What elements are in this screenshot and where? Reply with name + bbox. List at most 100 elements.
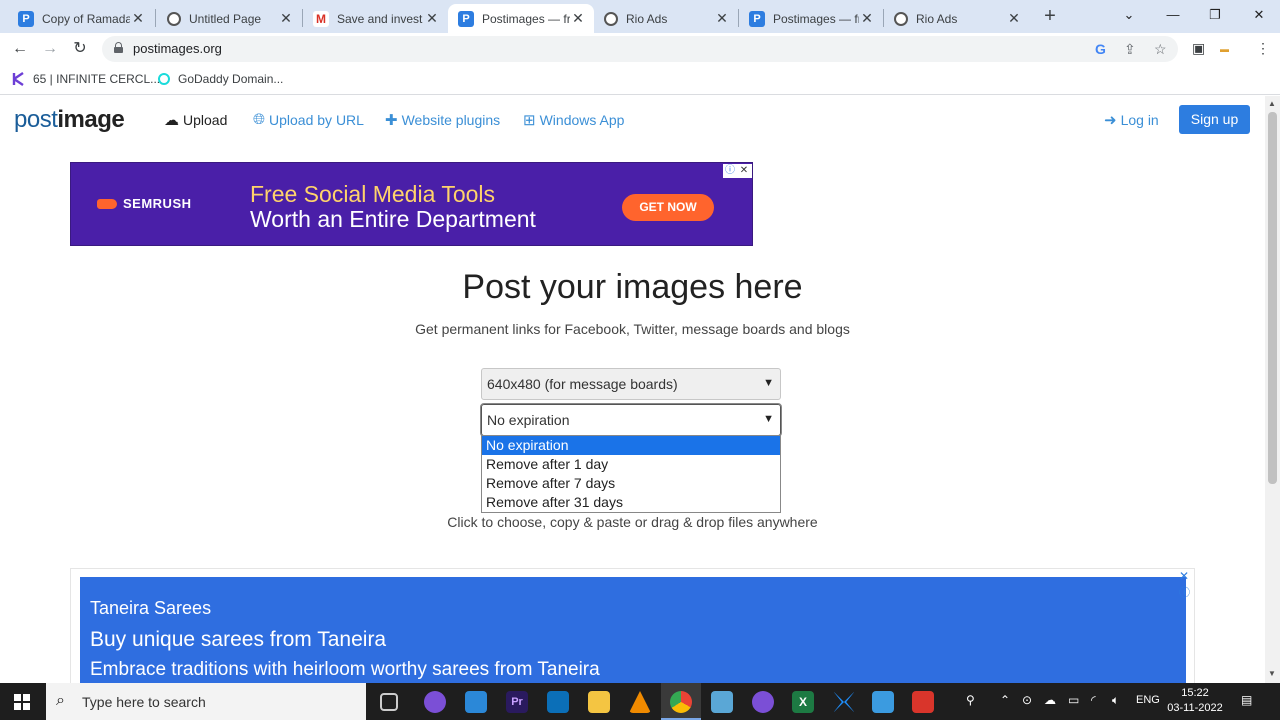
new-tab-icon[interactable]: + bbox=[1038, 4, 1062, 28]
windows-start-icon[interactable] bbox=[14, 694, 30, 710]
bookmark-item[interactable]: GoDaddy Domain... bbox=[157, 72, 283, 86]
clock[interactable]: 15:22 03-11-2022 bbox=[1165, 686, 1225, 716]
globe-icon bbox=[894, 11, 908, 26]
ad-info-icon[interactable]: ⓘ bbox=[1179, 584, 1190, 600]
semrush-ad-banner[interactable]: SEMRUSH Free Social Media Tools Worth an… bbox=[70, 162, 753, 246]
taneira-ad-banner[interactable]: Taneira Sarees Buy unique sarees from Ta… bbox=[70, 568, 1195, 683]
google-lens-icon[interactable]: G bbox=[1095, 41, 1106, 57]
app-icon[interactable] bbox=[833, 691, 855, 713]
premiere-pro-icon[interactable]: Pr bbox=[506, 691, 528, 713]
browser-tab-active[interactable]: P Postimages — fr ✕ bbox=[448, 4, 594, 33]
task-view-icon[interactable] bbox=[380, 693, 398, 711]
file-explorer-icon[interactable] bbox=[588, 691, 610, 713]
nav-upload-by-url[interactable]: 🌐︎ Upload by URL bbox=[253, 111, 364, 128]
page-scrollbar[interactable]: ▲ ▼ bbox=[1265, 96, 1280, 683]
chrome-icon[interactable] bbox=[670, 691, 692, 713]
tab-search-chevron-icon[interactable]: ⌄ bbox=[1109, 0, 1149, 30]
battery-icon[interactable]: ▭ bbox=[1068, 693, 1079, 707]
nav-upload[interactable]: ☁ Upload bbox=[164, 111, 227, 129]
postimage-logo[interactable]: postimage bbox=[14, 106, 125, 134]
browser-tab[interactable]: Rio Ads ✕ bbox=[594, 4, 738, 33]
vlc-icon[interactable] bbox=[629, 691, 651, 713]
expiration-option[interactable]: Remove after 31 days bbox=[482, 493, 780, 512]
notification-icon[interactable]: ▤ bbox=[1241, 693, 1252, 707]
menu-kebab-icon[interactable]: ⋮ bbox=[1256, 40, 1270, 57]
notepad-icon[interactable] bbox=[711, 691, 733, 713]
browser-tab[interactable]: P Copy of Ramada ✕ bbox=[8, 4, 154, 33]
resize-select[interactable]: 640x480 (for message boards) ▼ bbox=[481, 368, 781, 400]
reload-icon[interactable]: ↻ bbox=[68, 37, 92, 61]
expiration-option[interactable]: Remove after 1 day bbox=[482, 455, 780, 474]
maximize-icon[interactable]: ❐ bbox=[1195, 0, 1235, 30]
scrollbar-thumb[interactable] bbox=[1268, 112, 1277, 484]
browser-tab[interactable]: P Postimages — fr ✕ bbox=[739, 4, 883, 33]
people-icon[interactable]: ⚲ bbox=[966, 693, 975, 707]
nav-windows-app[interactable]: ⊞ Windows App bbox=[523, 111, 624, 129]
app-icon[interactable] bbox=[547, 691, 569, 713]
window-close-icon[interactable]: ✕ bbox=[1239, 0, 1279, 30]
expiration-option[interactable]: Remove after 7 days bbox=[482, 474, 780, 493]
browser-tab-strip: P Copy of Ramada ✕ Untitled Page ✕ M Sav… bbox=[0, 0, 1280, 33]
volume-icon[interactable]: 🔈︎ bbox=[1112, 693, 1119, 708]
expiration-select[interactable]: No expiration ▼ bbox=[480, 403, 782, 437]
expiration-dropdown: No expiration Remove after 1 day Remove … bbox=[481, 435, 781, 513]
close-tab-icon[interactable]: ✕ bbox=[424, 10, 440, 27]
forward-icon[interactable]: → bbox=[38, 37, 62, 61]
expiration-option[interactable]: No expiration bbox=[482, 436, 780, 455]
teams-chat-icon[interactable] bbox=[424, 691, 446, 713]
wifi-icon[interactable]: ◜ bbox=[1091, 693, 1096, 707]
tab-title: Rio Ads bbox=[916, 11, 958, 26]
lock-icon bbox=[114, 42, 123, 53]
page-subtitle: Get permanent links for Facebook, Twitte… bbox=[415, 321, 850, 337]
tray-chevron-icon[interactable]: ⌃ bbox=[1000, 693, 1010, 707]
back-icon[interactable]: ← bbox=[8, 37, 32, 61]
tab-title: Copy of Ramada bbox=[42, 11, 130, 26]
close-tab-icon[interactable]: ✕ bbox=[859, 10, 875, 27]
nav-upload-url-label: Upload by URL bbox=[269, 111, 364, 128]
scroll-down-icon[interactable]: ▼ bbox=[1268, 669, 1276, 678]
browser-tab[interactable]: Rio Ads ✕ bbox=[884, 4, 1030, 33]
ad-close-icon[interactable]: ✕ bbox=[1179, 569, 1189, 583]
app-icon[interactable] bbox=[872, 691, 894, 713]
onedrive-icon[interactable]: ☁ bbox=[1044, 693, 1056, 707]
side-panel-icon[interactable]: ▣ bbox=[1192, 40, 1205, 57]
address-bar[interactable]: postimages.org G ⇪ ☆ bbox=[102, 36, 1178, 62]
browser-tab[interactable]: Untitled Page ✕ bbox=[157, 4, 302, 33]
nav-website-plugins[interactable]: ✚ Website plugins bbox=[385, 111, 500, 129]
ad-content[interactable]: Taneira Sarees Buy unique sarees from Ta… bbox=[80, 577, 1186, 683]
teams-icon[interactable] bbox=[752, 691, 774, 713]
ad-cta-button[interactable]: GET NOW bbox=[622, 194, 714, 221]
anydesk-icon[interactable] bbox=[912, 691, 934, 713]
close-tab-icon[interactable]: ✕ bbox=[278, 10, 294, 27]
network-icon[interactable]: ⊙ bbox=[1022, 693, 1032, 707]
scroll-up-icon[interactable]: ▲ bbox=[1268, 99, 1276, 108]
signup-button[interactable]: Sign up bbox=[1179, 105, 1250, 134]
nav-login[interactable]: ➜ Log in bbox=[1104, 111, 1159, 129]
logo-text-light: post bbox=[14, 106, 58, 133]
excel-icon[interactable]: X bbox=[792, 691, 814, 713]
close-tab-icon[interactable]: ✕ bbox=[570, 10, 586, 27]
mail-icon[interactable] bbox=[465, 691, 487, 713]
tab-title: Untitled Page bbox=[189, 11, 262, 26]
ad-choices[interactable]: ⓘ ✕ bbox=[723, 164, 752, 178]
semrush-brand: SEMRUSH bbox=[97, 196, 192, 211]
language-indicator[interactable]: ENG bbox=[1136, 694, 1160, 706]
bookmark-k-icon bbox=[12, 72, 24, 86]
godaddy-icon bbox=[158, 73, 170, 85]
extension-icon[interactable]: ▬ bbox=[1220, 44, 1229, 54]
windows-icon: ⊞ bbox=[523, 112, 536, 129]
ad-info-icon[interactable]: ⓘ bbox=[723, 164, 737, 178]
share-icon[interactable]: ⇪ bbox=[1124, 41, 1136, 58]
ad-close-icon[interactable]: ✕ bbox=[737, 164, 751, 178]
bookmark-item[interactable]: 65 | INFINITE CERCL... bbox=[12, 72, 160, 86]
minimize-icon[interactable]: — bbox=[1153, 0, 1193, 30]
close-tab-icon[interactable]: ✕ bbox=[1006, 10, 1022, 27]
close-tab-icon[interactable]: ✕ bbox=[130, 10, 146, 27]
clock-date: 03-11-2022 bbox=[1167, 702, 1223, 714]
close-tab-icon[interactable]: ✕ bbox=[714, 10, 730, 27]
taskbar-search[interactable]: ⌕ Type here to search bbox=[46, 683, 366, 720]
url-text: postimages.org bbox=[133, 41, 222, 56]
browser-tab[interactable]: M Save and invest ✕ bbox=[303, 4, 448, 33]
upload-hint[interactable]: Click to choose, copy & paste or drag & … bbox=[0, 514, 1265, 530]
bookmark-star-icon[interactable]: ☆ bbox=[1154, 41, 1167, 58]
